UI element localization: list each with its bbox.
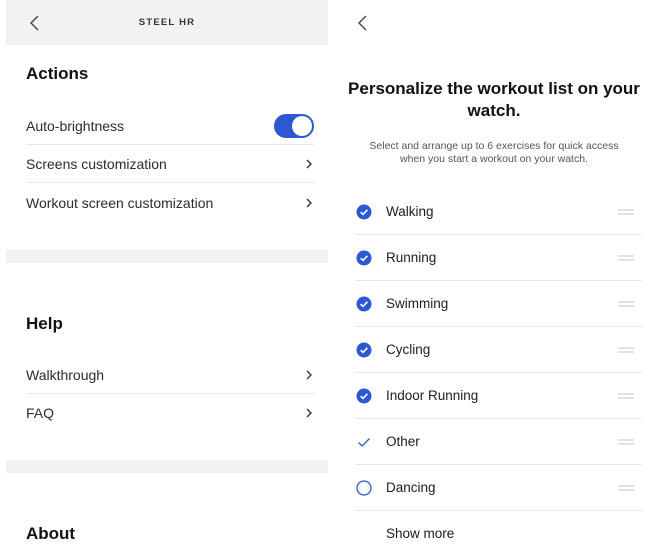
workout-label: Indoor Running xyxy=(386,388,479,403)
show-more-link[interactable]: Show more xyxy=(386,526,454,541)
row-label: Workout screen customization xyxy=(26,195,214,211)
workout-label: Walking xyxy=(386,204,434,219)
row-label: FAQ xyxy=(26,405,55,421)
check-icon[interactable] xyxy=(356,434,372,450)
workout-label: Dancing xyxy=(386,480,436,495)
drag-handle-icon[interactable] xyxy=(618,439,634,445)
workout-item[interactable]: Dancing xyxy=(356,465,642,511)
screens-customization-row[interactable]: Screens customization xyxy=(26,145,314,183)
workout-item[interactable]: Swimming xyxy=(356,281,642,327)
actions-heading: Actions xyxy=(26,64,89,83)
settings-header: STEEL HR xyxy=(6,0,328,45)
walkthrough-row[interactable]: Walkthrough xyxy=(26,356,314,394)
drag-handle-icon[interactable] xyxy=(618,347,634,353)
drag-handle-icon[interactable] xyxy=(618,301,634,307)
chevron-right-icon xyxy=(306,159,312,169)
settings-panel: STEEL HR Actions Auto-brightness Screens… xyxy=(6,0,328,545)
row-label: Screens customization xyxy=(26,156,167,172)
chevron-right-icon xyxy=(306,370,312,380)
row-label: Walkthrough xyxy=(26,367,105,383)
checked-circle-icon[interactable] xyxy=(356,204,372,220)
about-heading: About xyxy=(26,524,76,543)
back-chevron-icon[interactable] xyxy=(356,14,370,32)
workout-label: Other xyxy=(386,434,420,449)
workout-label: Cycling xyxy=(386,342,431,357)
workout-item[interactable]: Indoor Running xyxy=(356,373,642,419)
checked-circle-icon[interactable] xyxy=(356,342,372,358)
drag-handle-icon[interactable] xyxy=(618,485,634,491)
workout-item[interactable]: Running xyxy=(356,235,642,281)
chevron-right-icon xyxy=(306,198,312,208)
header-title: STEEL HR xyxy=(138,17,196,28)
help-heading: Help xyxy=(26,314,63,333)
empty-circle-icon[interactable] xyxy=(356,480,372,496)
workout-screen-customization-row[interactable]: Workout screen customization xyxy=(26,184,314,222)
auto-brightness-row[interactable]: Auto-brightness xyxy=(26,107,314,145)
workout-label: Running xyxy=(386,250,437,265)
section-divider-band xyxy=(6,250,328,263)
workout-item[interactable]: Walking xyxy=(356,189,642,235)
workout-label: Swimming xyxy=(386,296,449,311)
workout-list-panel: Personalize the workout list on your wat… xyxy=(346,0,642,545)
drag-handle-icon[interactable] xyxy=(618,209,634,215)
toggle-knob xyxy=(292,116,312,136)
section-divider-band xyxy=(6,460,328,473)
workout-item[interactable]: Cycling xyxy=(356,327,642,373)
drag-handle-icon[interactable] xyxy=(618,255,634,261)
page-title: Personalize the workout list on your wat… xyxy=(348,79,640,120)
faq-row[interactable]: FAQ xyxy=(26,394,314,432)
page-subtitle: Select and arrange up to 6 exercises for… xyxy=(369,140,619,165)
chevron-right-icon xyxy=(306,408,312,418)
checked-circle-icon[interactable] xyxy=(356,250,372,266)
show-more-row[interactable]: Show more xyxy=(356,511,642,545)
workout-item[interactable]: Other xyxy=(356,419,642,465)
row-label: Auto-brightness xyxy=(26,118,125,134)
checked-circle-icon[interactable] xyxy=(356,296,372,312)
auto-brightness-toggle[interactable] xyxy=(274,114,314,138)
checked-circle-icon[interactable] xyxy=(356,388,372,404)
drag-handle-icon[interactable] xyxy=(618,393,634,399)
